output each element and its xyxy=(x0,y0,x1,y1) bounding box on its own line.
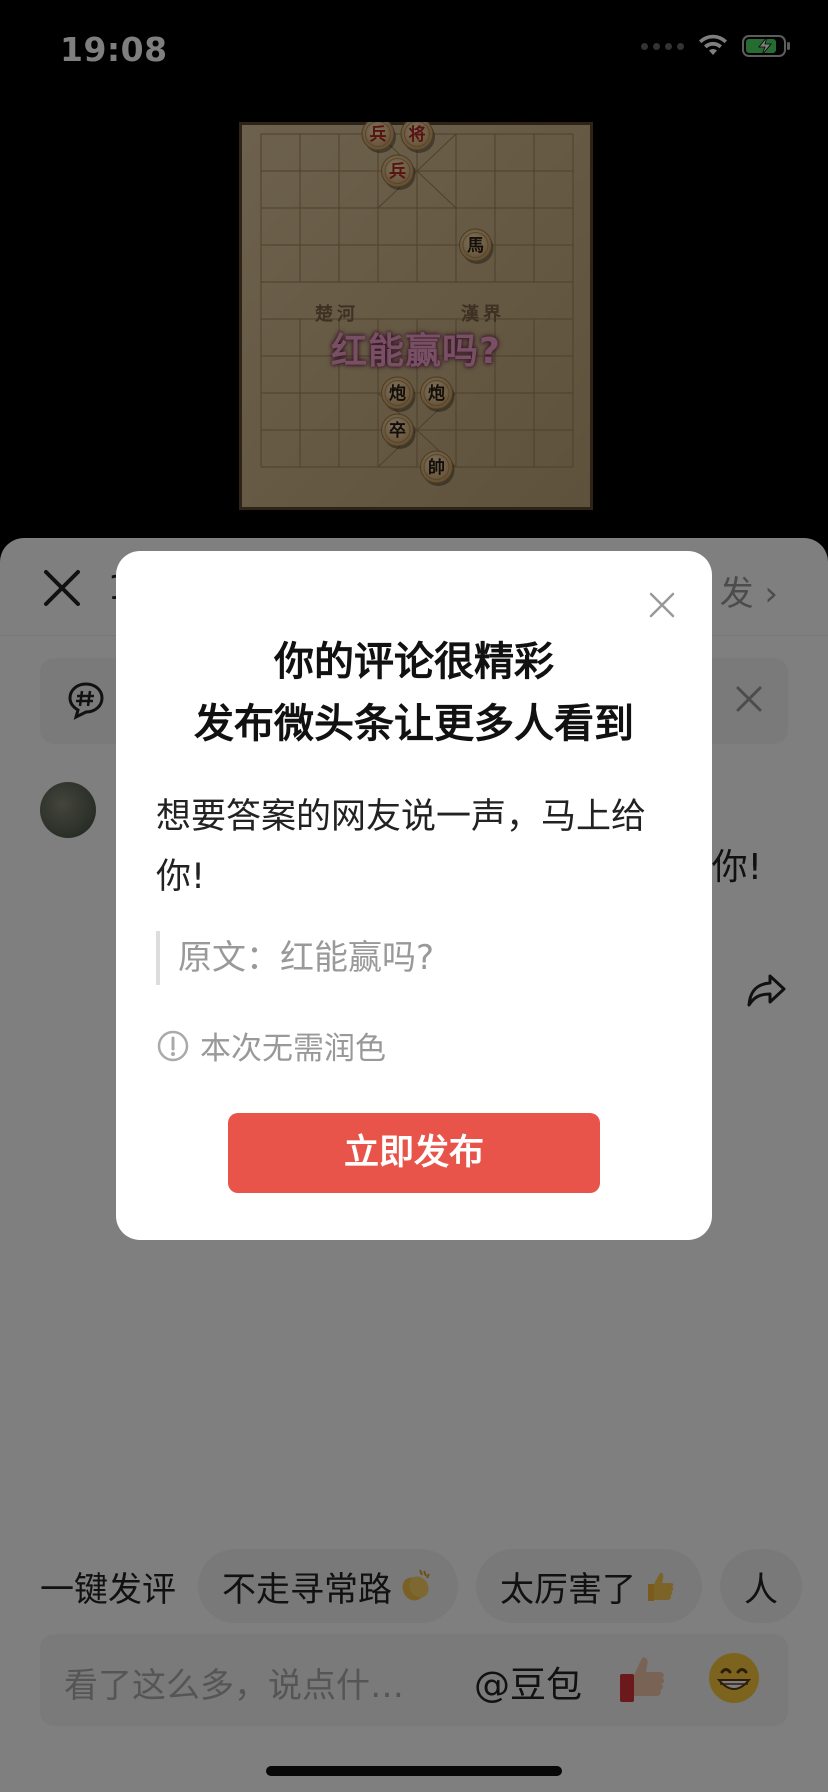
dialog-title-line2: 发布微头条让更多人看到 xyxy=(194,701,634,747)
publish-dialog: 你的评论很精彩 发布微头条让更多人看到 想要答案的网友说一声，马上给你! 原文：… xyxy=(116,551,712,1240)
dialog-note: 本次无需润色 xyxy=(156,1023,386,1068)
dialog-close-icon[interactable] xyxy=(648,591,676,619)
dialog-title-line1: 你的评论很精彩 xyxy=(274,639,554,685)
publish-now-button[interactable]: 立即发布 xyxy=(228,1113,600,1193)
dialog-note-text: 本次无需润色 xyxy=(200,1031,386,1067)
info-icon xyxy=(157,1030,189,1061)
dialog-title: 你的评论很精彩 发布微头条让更多人看到 xyxy=(116,631,712,755)
original-text-quote: 原文：红能赢吗? xyxy=(156,931,676,985)
dialog-body: 想要答案的网友说一声，马上给你! xyxy=(156,797,647,897)
